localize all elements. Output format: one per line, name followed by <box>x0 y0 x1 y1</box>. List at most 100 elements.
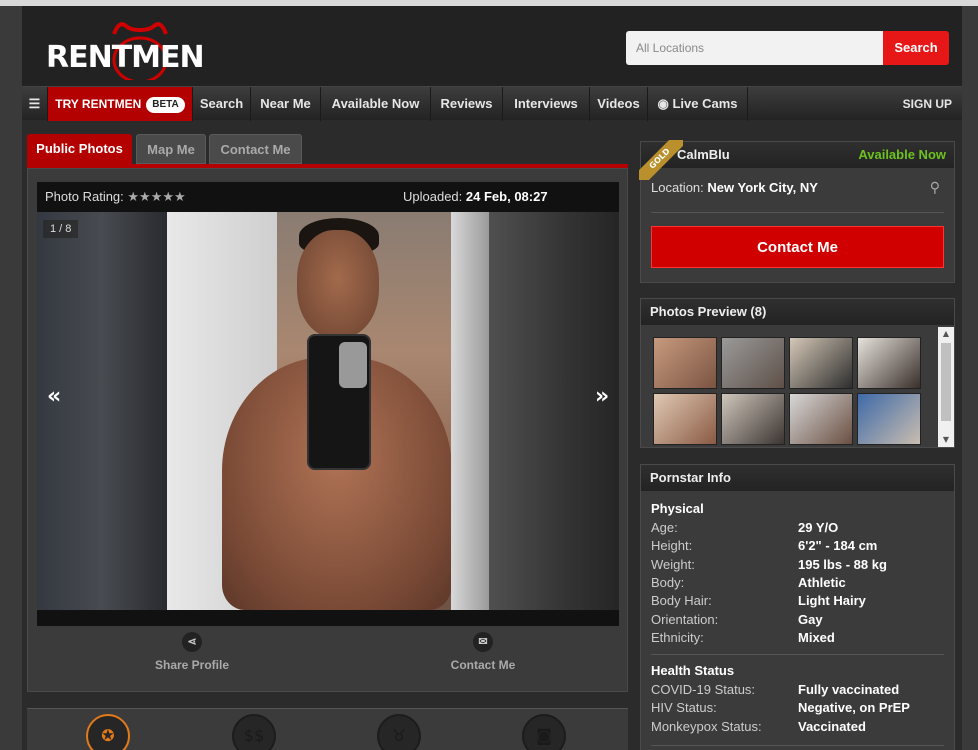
hamburger-icon[interactable]: ☰ <box>22 87 48 121</box>
scrollbar-thumb[interactable] <box>941 343 951 421</box>
camera-icon[interactable]: ◙ <box>522 714 566 750</box>
info-row: Monkeypox Status: Vaccinated <box>651 719 941 737</box>
prev-photo-icon[interactable]: « <box>47 384 61 409</box>
share-profile-label: Share Profile <box>154 658 230 672</box>
nav-live-cams[interactable]: ◉ Live Cams <box>648 87 748 121</box>
info-key: Ethnicity: <box>651 630 704 645</box>
next-photo-icon[interactable]: » <box>595 384 609 409</box>
nav-try-rentmen[interactable]: TRY RENTMEN BETA <box>48 87 193 121</box>
uploaded-label: Uploaded: <box>403 189 463 204</box>
info-key: Orientation: <box>651 612 719 627</box>
beta-badge: BETA <box>146 97 185 113</box>
info-value: Negative, on PrEP <box>798 700 910 715</box>
info-value: Light Hairy <box>798 593 866 608</box>
info-row: Ethnicity: Mixed <box>651 630 941 648</box>
info-key: Height: <box>651 538 693 553</box>
info-row: Height: 6'2" - 184 cm <box>651 538 941 556</box>
share-icon: ⋖ <box>182 632 202 652</box>
divider <box>651 654 944 655</box>
info-key: Weight: <box>651 557 695 572</box>
info-value: Mixed <box>798 630 835 645</box>
gold-badge: GOLD <box>639 140 683 180</box>
info-row: COVID-19 Status: Fully vaccinated <box>651 682 941 700</box>
photo-info-bar: Photo Rating: ★★★★★ Uploaded: 24 Feb, 08… <box>37 182 619 212</box>
info-key: Body: <box>651 575 685 590</box>
info-row: Body: Athletic <box>651 575 941 593</box>
tab-public-photos[interactable]: Public Photos <box>27 134 132 164</box>
tab-contact-me[interactable]: Contact Me <box>209 134 302 164</box>
info-key: Monkeypox Status: <box>651 719 762 734</box>
info-row: Age: 29 Y/O <box>651 520 941 538</box>
availability-status: Available Now <box>858 147 946 162</box>
nav-reviews[interactable]: Reviews <box>431 87 503 121</box>
nav-search[interactable]: Search <box>193 87 251 121</box>
page: RENTMEN All Locations Search ☰ TRY RENTM… <box>22 6 962 750</box>
info-key: Age: <box>651 520 678 535</box>
info-value: Athletic <box>798 575 846 590</box>
photos-preview-title: Photos Preview (8) <box>641 299 954 325</box>
nav-try-label: TRY RENTMEN <box>55 97 142 111</box>
webcam-icon: ◉ <box>657 96 673 111</box>
info-row: Orientation: Gay <box>651 612 941 630</box>
photo-thumbnail[interactable] <box>789 337 853 389</box>
health-heading: Health Status <box>651 663 735 678</box>
dollar-icon[interactable]: $$ <box>232 714 276 750</box>
tab-map-me[interactable]: Map Me <box>136 134 206 164</box>
photo-thumbnail[interactable] <box>721 337 785 389</box>
info-value: Vaccinated <box>798 719 866 734</box>
photo-thumbnail[interactable] <box>653 393 717 445</box>
contact-me-button[interactable]: Contact Me <box>651 226 944 268</box>
location-search-input[interactable]: All Locations <box>626 31 884 65</box>
info-key: COVID-19 Status: <box>651 682 756 697</box>
photo-subject-head <box>297 230 379 338</box>
nav-near-me[interactable]: Near Me <box>251 87 321 121</box>
info-value: Fully vaccinated <box>798 682 900 697</box>
photo-thumbnail[interactable] <box>857 393 921 445</box>
info-row: Body Hair: Light Hairy <box>651 593 941 611</box>
contact-me-action-button[interactable]: ✉ Contact Me <box>433 632 533 672</box>
scroll-up-icon[interactable]: ▲ <box>938 327 954 341</box>
photo-thumbnail[interactable] <box>857 337 921 389</box>
search-button[interactable]: Search <box>883 31 949 65</box>
nav-available-now[interactable]: Available Now <box>321 87 431 121</box>
nav-interviews[interactable]: Interviews <box>503 87 590 121</box>
photo-rating: Photo Rating: ★★★★★ <box>45 182 186 212</box>
award-icon[interactable]: ✪ <box>86 714 130 750</box>
signup-link[interactable]: SIGN UP <box>903 87 952 121</box>
envelope-icon: ✉ <box>473 632 493 652</box>
share-profile-button[interactable]: ⋖ Share Profile <box>142 632 242 672</box>
photo-footer-bar <box>37 610 619 626</box>
uploaded-value: 24 Feb, 08:27 <box>465 189 548 204</box>
info-value: 29 Y/O <box>798 520 839 535</box>
pornstar-info-card: Pornstar Info Physical Age: 29 Y/O Height… <box>640 464 955 750</box>
photo-thumbnail[interactable] <box>789 393 853 445</box>
info-value: 195 lbs - 88 kg <box>798 557 887 572</box>
thumbnail-scrollbar[interactable]: ▲ ▼ <box>938 327 954 447</box>
info-row: Weight: 195 lbs - 88 kg <box>651 557 941 575</box>
site-logo[interactable]: RENTMEN <box>44 16 205 80</box>
user-location-icon[interactable]: ⚲ <box>930 180 940 196</box>
nav-live-cams-label: Live Cams <box>672 96 738 111</box>
photo-thumbnail[interactable] <box>653 337 717 389</box>
profile-card: CalmBlu Available Now GOLD Location: New… <box>639 140 955 283</box>
physical-heading: Physical <box>651 501 704 516</box>
photo-uploaded: Uploaded: 24 Feb, 08:27 <box>403 182 548 212</box>
next-photo-preview <box>489 212 619 610</box>
devil-icon[interactable]: ♉ <box>377 714 421 750</box>
info-title: Pornstar Info <box>641 465 954 491</box>
rating-label: Photo Rating: <box>45 189 124 204</box>
gold-badge-label: GOLD <box>639 140 683 180</box>
rating-stars[interactable]: ★★★★★ <box>127 189 185 204</box>
scroll-down-icon[interactable]: ▼ <box>938 433 954 447</box>
info-key: HIV Status: <box>651 700 717 715</box>
info-value: Gay <box>798 612 823 627</box>
info-key: Body Hair: <box>651 593 712 608</box>
photo-counter: 1 / 8 <box>43 220 79 238</box>
profile-username: CalmBlu <box>677 147 730 162</box>
divider <box>651 212 944 213</box>
photo-thumbnail[interactable] <box>721 393 785 445</box>
logo-text: RENTMEN <box>46 40 205 75</box>
photo-carousel[interactable]: 1 / 8 « » <box>37 212 619 610</box>
nav-videos[interactable]: Videos <box>590 87 648 121</box>
main-nav: ☰ TRY RENTMEN BETA Search Near Me Availab… <box>22 86 962 121</box>
